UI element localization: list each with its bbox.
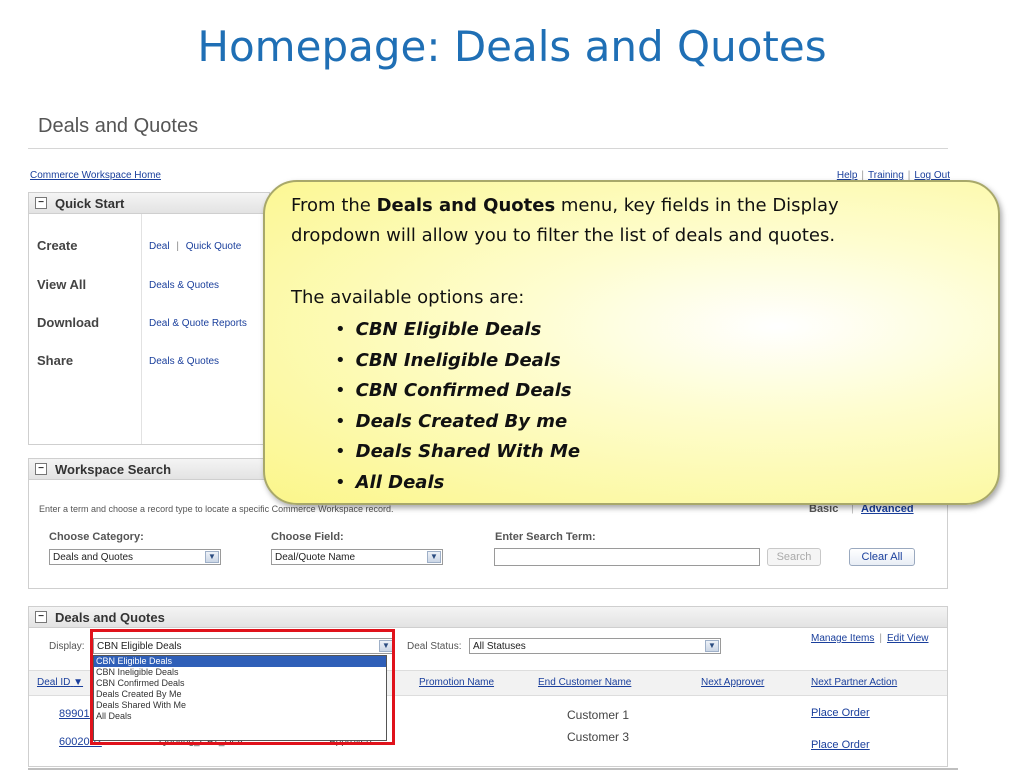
callout-option: CBN Confirmed Deals <box>335 376 580 407</box>
column-promotion-name[interactable]: Promotion Name <box>419 677 494 688</box>
callout-options-list: CBN Eligible Deals CBN Ineligible Deals … <box>335 315 580 498</box>
collapse-icon[interactable]: − <box>35 197 47 209</box>
deals-panel-header: − Deals and Quotes <box>28 606 948 628</box>
workspace-home-link[interactable]: Commerce Workspace Home <box>30 170 161 181</box>
category-value: Deals and Quotes <box>53 552 134 563</box>
field-label: Choose Field: <box>271 531 344 543</box>
display-label: Display: <box>49 641 85 652</box>
callout-text: menu, key fields in the Display <box>555 195 839 216</box>
place-order-link[interactable]: Place Order <box>811 707 870 719</box>
column-deal-id[interactable]: Deal ID ▼ <box>37 677 83 688</box>
quick-quote-link[interactable]: Quick Quote <box>186 241 242 252</box>
sort-desc-icon: ▼ <box>73 677 84 688</box>
callout-option: Deals Created By me <box>335 407 580 438</box>
column-divider <box>141 214 142 444</box>
edit-view-link[interactable]: Edit View <box>887 633 929 644</box>
category-label: Choose Category: <box>49 531 144 543</box>
deal-status-value: All Statuses <box>473 641 526 652</box>
download-label: Download <box>37 315 100 330</box>
quick-start-header: − Quick Start <box>28 192 270 214</box>
collapse-icon[interactable]: − <box>35 611 47 623</box>
quick-start-body: Create Deal | Quick Quote View All Deals… <box>28 214 270 445</box>
view-all-label: View All <box>37 277 87 292</box>
callout-option: CBN Ineligible Deals <box>335 346 580 377</box>
separator: | <box>176 241 179 252</box>
slide-title: Homepage: Deals and Quotes <box>197 22 827 71</box>
chevron-down-icon[interactable]: ▼ <box>427 551 441 563</box>
place-order-link[interactable]: Place Order <box>811 739 870 751</box>
title-divider <box>28 148 948 149</box>
end-customer: Customer 3 <box>567 730 630 744</box>
callout-line-1: From the Deals and Quotes menu, key fiel… <box>291 194 839 218</box>
create-label: Create <box>37 238 78 253</box>
collapse-icon[interactable]: − <box>35 463 47 475</box>
column-next-partner-action[interactable]: Next Partner Action <box>811 677 897 688</box>
end-customer: Customer 1 <box>567 708 630 722</box>
column-next-approver[interactable]: Next Approver <box>701 677 764 688</box>
search-instructions: Enter a term and choose a record type to… <box>39 504 394 514</box>
highlight-box <box>90 629 395 745</box>
download-reports-link[interactable]: Deal & Quote Reports <box>149 318 247 329</box>
category-select[interactable]: Deals and Quotes ▼ <box>49 549 221 565</box>
field-value: Deal/Quote Name <box>275 552 356 563</box>
field-select[interactable]: Deal/Quote Name ▼ <box>271 549 443 565</box>
search-term-input[interactable] <box>494 548 760 566</box>
callout-option: All Deals <box>335 468 580 499</box>
view-links: Manage Items | Edit View <box>811 633 929 644</box>
callout-emphasis: Deals and Quotes <box>376 195 556 216</box>
callout-line-3: The available options are: <box>291 287 525 308</box>
callout-box: From the Deals and Quotes menu, key fiel… <box>263 180 1000 505</box>
column-end-customer-name[interactable]: End Customer Name <box>538 677 631 688</box>
share-label: Share <box>37 353 74 368</box>
manage-items-link[interactable]: Manage Items <box>811 633 874 644</box>
panel-title: Deals and Quotes <box>55 610 165 625</box>
callout-option: CBN Eligible Deals <box>335 315 580 346</box>
deal-status-select[interactable]: All Statuses ▼ <box>469 638 721 654</box>
chevron-down-icon[interactable]: ▼ <box>205 551 219 563</box>
view-all-link[interactable]: Deals & Quotes <box>149 280 219 291</box>
panel-title: Workspace Search <box>55 462 172 477</box>
term-label: Enter Search Term: <box>495 531 596 543</box>
create-links: Deal | Quick Quote <box>149 241 241 252</box>
callout-text: From the <box>291 195 377 216</box>
callout-line-2: dropdown will allow you to filter the li… <box>291 225 836 246</box>
chevron-down-icon[interactable]: ▼ <box>705 640 719 652</box>
page-title: Deals and Quotes <box>38 115 199 137</box>
deal-status-label: Deal Status: <box>407 641 462 652</box>
search-button[interactable]: Search <box>767 548 821 566</box>
clear-all-button[interactable]: Clear All <box>849 548 915 566</box>
column-deal-id-label: Deal ID <box>37 677 71 688</box>
create-deal-link[interactable]: Deal <box>149 241 170 252</box>
share-link[interactable]: Deals & Quotes <box>149 356 219 367</box>
separator: | <box>879 633 882 644</box>
panel-title: Quick Start <box>55 196 125 211</box>
callout-option: Deals Shared With Me <box>335 437 580 468</box>
